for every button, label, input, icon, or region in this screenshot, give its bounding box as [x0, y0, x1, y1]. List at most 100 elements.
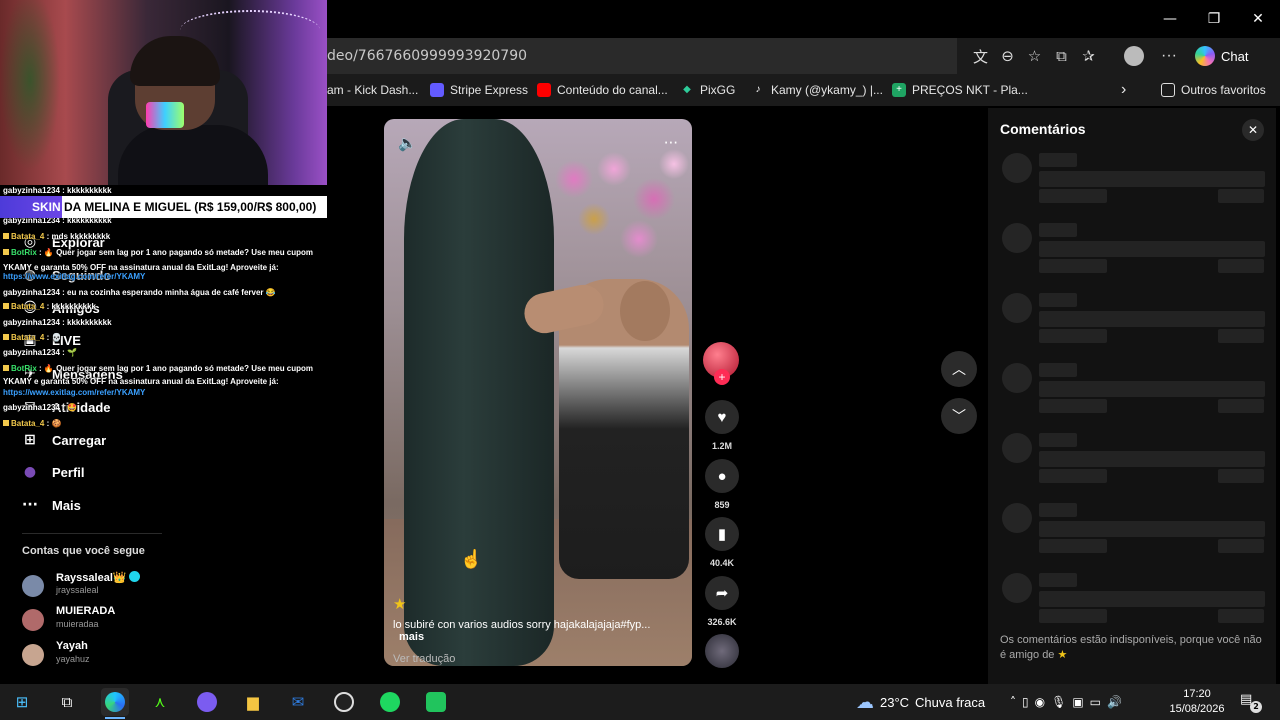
bookmarks-overflow-chevron-icon[interactable]: ›	[1121, 74, 1126, 106]
previous-video-button[interactable]: ︿	[941, 351, 977, 387]
tray-chevron-up-icon[interactable]: ˄	[1010, 695, 1016, 709]
chat-badge-icon	[3, 249, 9, 255]
chat-username: BotRix	[11, 248, 37, 257]
chat-text[interactable]: https://www.exitlag.com/refer/YKAMY	[3, 272, 145, 281]
chat-text: : 🤩	[59, 403, 77, 412]
followed-account[interactable]: Rayssaleal👑 jrayssaleal	[22, 571, 222, 601]
next-video-button[interactable]: ﹀	[941, 398, 977, 434]
bookmark-sheets[interactable]: + PREÇOS NKT - Pla...	[892, 74, 1028, 106]
video-player[interactable]: 🔈 ··· ★ lo subiré con varios audios sorr…	[384, 119, 692, 666]
chat-text: : kkkkkkkkkk	[59, 186, 112, 195]
maximize-button[interactable]: ❐	[1192, 0, 1236, 38]
microphone-icon[interactable]: 🎙	[1051, 695, 1066, 709]
volume-icon[interactable]: 🔊	[1107, 695, 1122, 709]
skin-goal-banner: SKIN DA MELINA E MIGUEL (R$ 159,00/R$ 80…	[0, 196, 327, 218]
skeleton-bar	[1218, 469, 1264, 483]
chat-message: Batata_4 : 💀	[3, 333, 61, 342]
comment-icon[interactable]: ●	[705, 459, 739, 493]
window-controls: — ❐ ✕	[1148, 0, 1280, 38]
heart-icon[interactable]: ♥	[705, 400, 739, 434]
creator-avatar[interactable]: +	[703, 342, 739, 385]
chat-message: gabyzinha1234 : kkkkkkkkkk	[3, 186, 112, 195]
share-icon[interactable]: ➦	[705, 576, 739, 610]
volume-icon[interactable]: 🔈	[398, 134, 417, 152]
folder-icon	[1161, 83, 1175, 97]
account-handle: yayahuz	[56, 654, 90, 664]
account-handle: jrayssaleal	[56, 585, 99, 595]
chat-text: : eu na cozinha esperando minha água de …	[59, 288, 276, 297]
bookmark-icon[interactable]: ▮	[705, 517, 739, 551]
profile-icon: ●	[23, 464, 37, 480]
minimize-button[interactable]: —	[1148, 0, 1192, 38]
bookmark-pixgg[interactable]: ◆ PixGG	[680, 74, 735, 106]
clock-date: 15/08/2026	[1169, 703, 1225, 715]
webcam-plant	[0, 0, 70, 185]
streamlabs-icon[interactable]	[422, 688, 450, 716]
profile-avatar[interactable]	[1124, 46, 1144, 66]
favorites-icon[interactable]: ✰	[1075, 47, 1102, 65]
video-more-icon[interactable]: ···	[664, 134, 678, 152]
other-favorites-label: Outros favoritos	[1181, 83, 1266, 97]
obs-icon[interactable]	[330, 688, 358, 716]
account-name: Yayah	[56, 640, 88, 652]
tray-obs-icon[interactable]: ◉	[1035, 695, 1045, 709]
share-action[interactable]: ➦ 326.6K	[703, 576, 741, 627]
sidebar-item-carregar[interactable]: ⊞ Carregar	[22, 432, 106, 448]
more-options-icon[interactable]: ···	[1161, 38, 1177, 74]
bookmark-tiktok[interactable]: ♪ Kamy (@ykamy_) |...	[751, 74, 883, 106]
other-favorites[interactable]: Outros favoritos	[1161, 74, 1266, 106]
spotify-icon[interactable]	[376, 688, 404, 716]
sidebar-item-mais[interactable]: ··· Mais	[22, 497, 81, 513]
bookmark-stripe[interactable]: Stripe Express	[430, 74, 528, 106]
weather-widget[interactable]: ☁ 23°C Chuva fraca	[856, 684, 985, 720]
zoom-icon[interactable]: ⊖	[994, 47, 1021, 65]
chat-text: : 🔥 Quer jogar sem lag por 1 ano pagando…	[36, 364, 314, 373]
sidebar-item-perfil[interactable]: ● Perfil	[22, 464, 85, 480]
star-icon[interactable]: ☆	[1021, 47, 1048, 65]
following-accounts-title: Contas que você segue	[22, 545, 145, 557]
save-action[interactable]: ▮ 40.4K	[703, 517, 741, 568]
edge-browser-icon[interactable]	[101, 688, 129, 719]
followed-account[interactable]: Yayah yayahuz	[22, 640, 222, 670]
discord-icon[interactable]	[193, 688, 221, 716]
system-clock[interactable]: 17:20 15/08/2026	[1167, 687, 1227, 717]
close-comments-icon[interactable]: ✕	[1242, 119, 1264, 141]
caption-more-link[interactable]: mais	[399, 631, 424, 643]
task-view-icon[interactable]: ⧉	[53, 688, 81, 716]
chat-message: gabyzinha1234 : 🤩	[3, 403, 77, 412]
comment-action[interactable]: ● 859	[703, 459, 741, 510]
chat-username: BotRix	[11, 364, 37, 373]
file-explorer-icon[interactable]: ▆	[239, 688, 267, 716]
bookmark-kick[interactable]: am - Kick Dash...	[327, 74, 418, 106]
video-man-head	[620, 281, 670, 341]
extensions-icon[interactable]: ⧉	[1048, 47, 1075, 65]
notification-center-icon[interactable]: ▤ 2	[1240, 692, 1262, 713]
comment-skeleton	[988, 503, 1276, 563]
windows-start-icon[interactable]: ⊞	[8, 688, 36, 716]
save-count: 40.4K	[709, 558, 735, 568]
bookmark-youtube[interactable]: Conteúdo do canal...	[537, 74, 668, 106]
camera-icon[interactable]: ▣	[1072, 695, 1083, 709]
url-field[interactable]: deo/7667660999993920790	[327, 38, 957, 74]
followed-account[interactable]: MUIERADA muieradaa	[22, 605, 222, 635]
skin-goal-progress-fill: SKIN	[0, 196, 62, 218]
network-icon[interactable]: ▭	[1090, 695, 1101, 709]
like-action[interactable]: ♥ 1.2M	[703, 400, 741, 451]
translate-icon[interactable]: 文	[967, 46, 994, 67]
weather-desc: Chuva fraca	[915, 694, 986, 710]
outlook-icon[interactable]: ✉	[284, 688, 312, 716]
kick-app-icon[interactable]: ⋏	[146, 688, 174, 716]
tray-app-icon[interactable]: ▯	[1022, 695, 1029, 709]
chat-message: gabyzinha1234 : eu na cozinha esperando …	[3, 288, 276, 297]
copilot-chat-button[interactable]: Chat	[1189, 43, 1254, 69]
chat-badge-icon	[3, 334, 9, 340]
translate-link[interactable]: Ver tradução	[393, 653, 683, 665]
chat-username: Batata_4	[11, 302, 45, 311]
music-disc-icon[interactable]	[705, 634, 739, 668]
follow-plus-icon[interactable]: +	[714, 369, 730, 385]
weather-temp: 23°C	[880, 694, 910, 710]
close-window-button[interactable]: ✕	[1236, 0, 1280, 38]
chat-text[interactable]: https://www.exitlag.com/refer/YKAMY	[3, 388, 145, 397]
comment-count: 859	[714, 500, 730, 510]
chat-badge-icon	[3, 303, 9, 309]
